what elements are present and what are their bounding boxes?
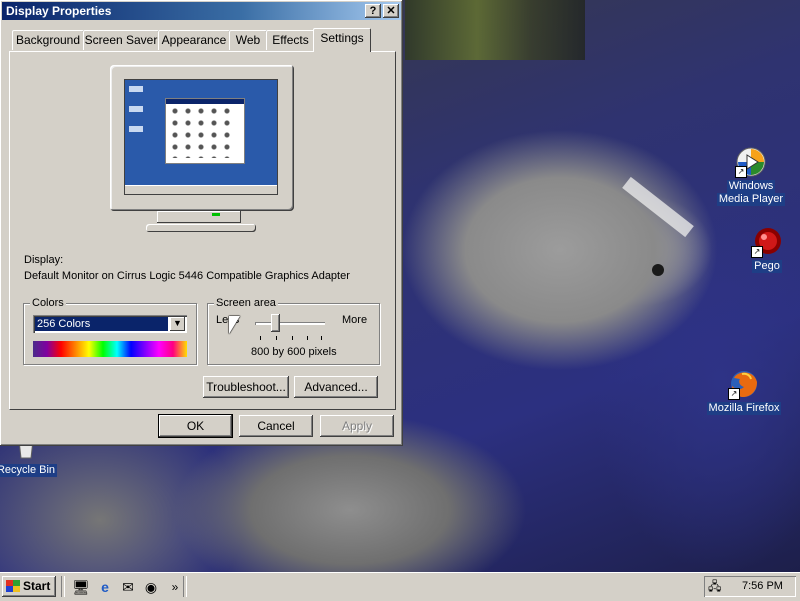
close-button[interactable]: ✕	[383, 4, 399, 18]
apply-button[interactable]: Apply	[320, 415, 394, 437]
resolution-readout: 800 by 600 pixels	[251, 346, 337, 358]
help-button[interactable]: ?	[365, 4, 381, 18]
mini-desktop-icon	[129, 126, 143, 132]
slider-tick	[276, 336, 277, 340]
monitor-preview	[110, 65, 294, 211]
resolution-slider-track[interactable]	[255, 322, 325, 325]
shortcut-arrow-icon: ↗	[728, 388, 740, 400]
monitor-power-led	[212, 213, 220, 216]
desktop-icon-media-player[interactable]: ↗ Windows Media Player	[706, 146, 796, 206]
desktop-icon-pego[interactable]: ↗ Pego	[722, 226, 800, 273]
desktop-icon-label-line2: Media Player	[716, 193, 786, 206]
monitor-preview-screen	[124, 79, 278, 195]
color-spectrum-bar	[33, 341, 187, 357]
screen-area-group-label: Screen area	[214, 297, 278, 309]
display-settings-tray-icon[interactable]: 🖧	[708, 579, 724, 593]
monitor-stand	[157, 211, 241, 223]
wallpaper-foliage	[405, 0, 585, 60]
tab-effects[interactable]: Effects	[266, 30, 315, 50]
more-label: More	[342, 314, 368, 326]
red-ball-icon: ↗	[751, 226, 783, 258]
tab-settings[interactable]: Settings	[313, 28, 371, 52]
media-player-icon: ↗	[735, 146, 767, 178]
start-button[interactable]: Start	[2, 576, 56, 597]
resolution-slider-thumb[interactable]	[271, 314, 280, 332]
system-tray: 🖧 7:56 PM	[704, 576, 796, 597]
ok-button[interactable]: OK	[158, 414, 233, 438]
mini-desktop-icon	[129, 106, 143, 112]
mini-taskbar	[125, 185, 277, 194]
tab-screen-saver[interactable]: Screen Saver	[83, 30, 159, 50]
mini-window	[165, 98, 245, 164]
shortcut-arrow-icon: ↗	[735, 166, 747, 178]
outlook-express-icon[interactable]: ✉	[119, 578, 137, 596]
window-title: Display Properties	[6, 4, 112, 18]
cancel-button[interactable]: Cancel	[239, 415, 313, 437]
quick-launch-overflow[interactable]: »	[166, 578, 184, 596]
start-label: Start	[23, 579, 51, 593]
channels-icon[interactable]: ◉	[142, 578, 160, 596]
mini-desktop-icon	[129, 86, 143, 92]
title-bar[interactable]: Display Properties ? ✕	[2, 2, 401, 20]
slider-tick	[307, 336, 308, 340]
slider-tick	[321, 336, 322, 340]
mini-window-icons	[172, 108, 236, 158]
firefox-icon: ↗	[728, 368, 760, 400]
troubleshoot-button[interactable]: Troubleshoot...	[203, 376, 289, 398]
mouse-pointer-icon	[229, 316, 240, 334]
tab-web[interactable]: Web	[229, 30, 267, 50]
display-device-name: Default Monitor on Cirrus Logic 5446 Com…	[24, 270, 350, 282]
slider-tick	[292, 336, 293, 340]
windows-flag-icon	[6, 580, 20, 592]
monitor-base	[146, 224, 256, 232]
internet-explorer-icon[interactable]: e	[96, 578, 114, 596]
colors-dropdown[interactable]: 256 Colors ▼	[33, 315, 187, 333]
tab-background[interactable]: Background	[12, 30, 84, 50]
shortcut-arrow-icon: ↗	[751, 246, 763, 258]
wallpaper-eye	[652, 264, 664, 276]
colors-group-label: Colors	[30, 297, 66, 309]
desktop-icon-label: Recycle Bin	[0, 464, 58, 477]
mini-window-titlebar	[166, 99, 244, 104]
taskbar: Start 🖥 e ✉ ◉ » 🖧 7:56 PM	[0, 572, 800, 601]
chevron-down-icon[interactable]: ▼	[170, 317, 185, 331]
taskbar-separator	[61, 576, 65, 597]
taskbar-separator	[183, 576, 187, 597]
desktop-icon-label: Pego	[752, 260, 782, 273]
desktop-icon-label: Mozilla Firefox	[706, 402, 782, 415]
desktop-icon-firefox[interactable]: ↗ Mozilla Firefox	[699, 368, 789, 415]
display-heading: Display:	[24, 254, 64, 266]
advanced-button[interactable]: Advanced...	[294, 376, 378, 398]
show-desktop-icon[interactable]: 🖥	[72, 578, 90, 596]
clock[interactable]: 7:56 PM	[742, 580, 783, 592]
colors-selected-value: 256 Colors	[35, 317, 168, 331]
desktop-icon-label: Windows	[726, 180, 776, 193]
wallpaper-stripe	[622, 176, 694, 238]
display-properties-window: Display Properties ? ✕ Background Screen…	[0, 0, 403, 446]
tab-appearance[interactable]: Appearance	[158, 30, 230, 50]
slider-tick	[260, 336, 261, 340]
